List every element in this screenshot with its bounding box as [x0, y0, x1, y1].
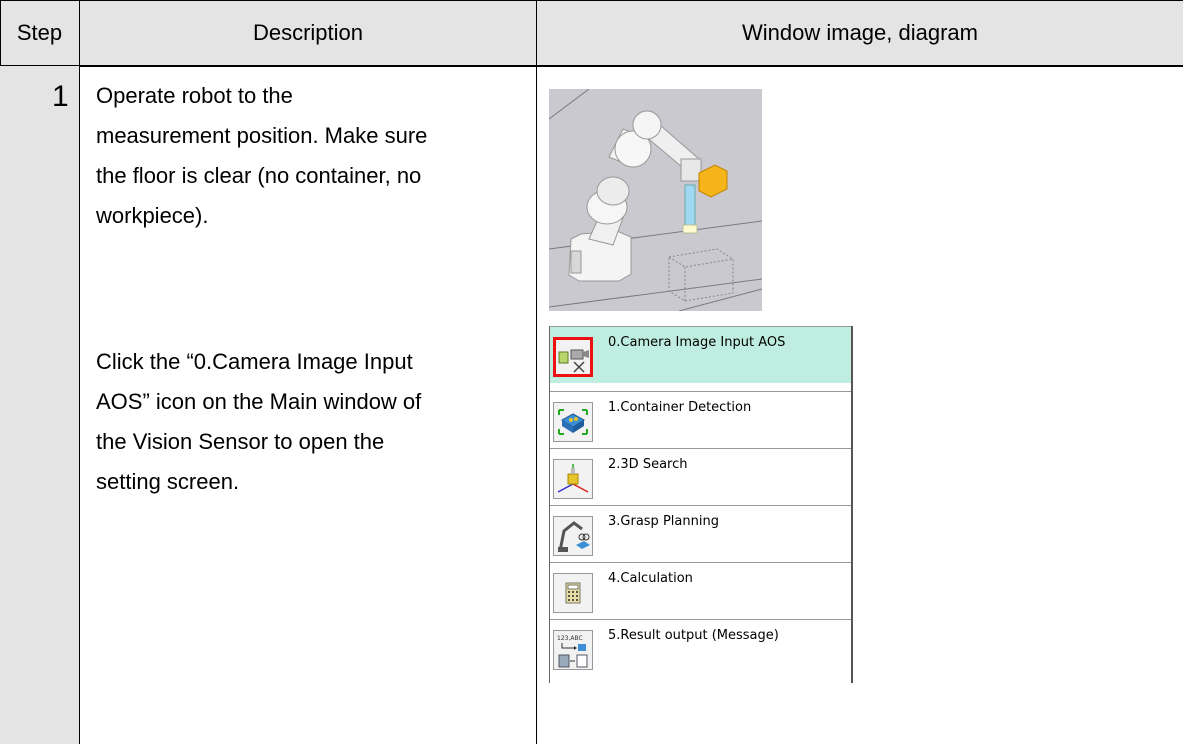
flow-item-calculation[interactable]: 4.Calculation [550, 562, 851, 619]
text-line: Click the “0.Camera Image Input [96, 349, 413, 374]
text-line: the Vision Sensor to open the [96, 429, 385, 454]
header-window-image: Window image, diagram [537, 0, 1183, 67]
camera-icon[interactable] [553, 337, 593, 377]
flow-item-label: 3.Grasp Planning [608, 514, 719, 529]
container-icon[interactable] [553, 402, 593, 442]
axes-icon[interactable] [553, 459, 593, 499]
description-paragraph-2: Click the “0.Camera Image Input AOS” ico… [96, 342, 421, 502]
robot-scene-image [549, 89, 762, 311]
flow-item-container-detection[interactable]: 1.Container Detection [550, 391, 851, 448]
text-line: measurement position. Make sure [96, 123, 428, 148]
header-step: Step [0, 0, 79, 67]
flow-item-label: 1.Container Detection [608, 400, 752, 415]
text-line: setting screen. [96, 469, 240, 494]
robot-illustration [549, 89, 762, 311]
calculator-icon[interactable] [553, 573, 593, 613]
flow-item-label: 4.Calculation [608, 571, 693, 586]
column-divider [79, 0, 80, 744]
step-number: 1 [52, 80, 69, 113]
robot-arm-icon[interactable] [553, 516, 593, 556]
message-output-icon[interactable]: 123,ABC [553, 630, 593, 670]
text-line: Operate robot to the [96, 83, 293, 108]
header-description: Description [80, 0, 536, 67]
flow-item-3d-search[interactable]: 2.3D Search [550, 448, 851, 505]
text-line: the floor is clear (no container, no [96, 163, 422, 188]
vision-flow-list: 0.Camera Image Input AOS 1.Container Det… [549, 326, 853, 683]
svg-text:123,ABC: 123,ABC [557, 635, 583, 642]
flow-item-camera-image-input[interactable]: 0.Camera Image Input AOS [550, 326, 851, 383]
flow-item-grasp-planning[interactable]: 3.Grasp Planning [550, 505, 851, 562]
flow-item-label: 0.Camera Image Input AOS [608, 335, 786, 350]
flow-item-label: 2.3D Search [608, 457, 688, 472]
text-line: workpiece). [96, 203, 209, 228]
column-divider [536, 0, 537, 744]
flow-item-result-output[interactable]: 123,ABC 5.Result output (Message) [550, 619, 851, 676]
step-cell [0, 66, 79, 744]
text-line: AOS” icon on the Main window of [96, 389, 422, 414]
description-paragraph-1: Operate robot to the measurement positio… [96, 76, 427, 236]
procedure-table: Step Description Window image, diagram 1… [0, 0, 1183, 744]
flow-item-label: 5.Result output (Message) [608, 628, 779, 643]
